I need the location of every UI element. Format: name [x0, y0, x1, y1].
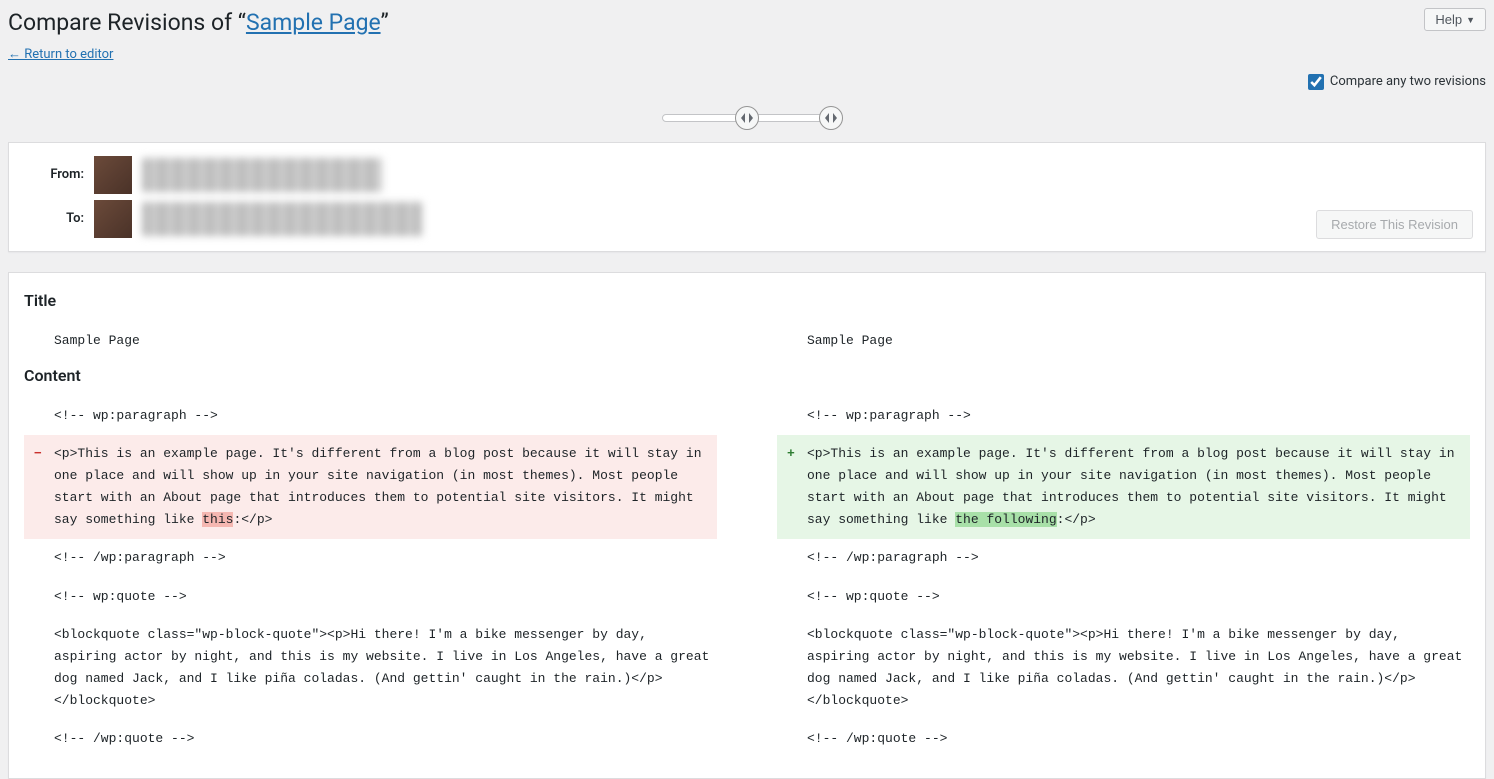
from-row: From: [24, 153, 1470, 197]
help-label: Help [1435, 12, 1462, 27]
title-col-right: Sample Page [777, 322, 1470, 360]
compare-two-revisions-label[interactable]: Compare any two revisions [1308, 74, 1486, 90]
diff-panel: Title Sample Page Sample Page Content <!… [8, 272, 1486, 779]
page-name-link[interactable]: Sample Page [246, 9, 381, 36]
diff-highlight: the following [955, 512, 1056, 527]
title-col-left: Sample Page [24, 322, 717, 360]
title-suffix: ” [381, 9, 389, 36]
from-author-meta [142, 158, 382, 192]
diff-line: <!-- wp:paragraph --> [24, 397, 717, 435]
diff-line: <!-- /wp:paragraph --> [777, 539, 1470, 577]
from-avatar [94, 156, 132, 194]
diff-line: <!-- /wp:quote --> [24, 720, 717, 758]
compare-two-revisions-checkbox[interactable] [1308, 74, 1324, 90]
diff-line: <!-- /wp:quote --> [777, 720, 1470, 758]
content-diff-grid: <!-- wp:paragraph --><p>This is an examp… [24, 397, 1470, 758]
diff-line: <!-- /wp:paragraph --> [24, 539, 717, 577]
to-row: To: [24, 197, 1470, 241]
compare-two-label-text: Compare any two revisions [1330, 74, 1486, 89]
diff-line: <!-- wp:paragraph --> [777, 397, 1470, 435]
diff-line: <p>This is an example page. It's differe… [777, 435, 1470, 539]
page-title: Compare Revisions of “Sample Page” [8, 8, 389, 38]
revision-meta-panel: From: To: Restore This Revision [8, 142, 1486, 252]
help-button[interactable]: Help ▼ [1424, 8, 1486, 31]
diff-highlight: this [202, 512, 233, 527]
slider-handle-from[interactable] [735, 106, 759, 130]
to-avatar [94, 200, 132, 238]
content-section-heading: Content [24, 366, 1470, 385]
diff-line: <p>This is an example page. It's differe… [24, 435, 717, 539]
title-value-right: Sample Page [777, 322, 1470, 360]
restore-revision-button: Restore This Revision [1316, 210, 1473, 239]
diff-line: <blockquote class="wp-block-quote"><p>Hi… [24, 616, 717, 720]
diff-line: <!-- wp:quote --> [24, 578, 717, 616]
content-col-right: <!-- wp:paragraph --><p>This is an examp… [777, 397, 1470, 758]
diff-line: <!-- wp:quote --> [777, 578, 1470, 616]
return-to-editor-link[interactable]: ← Return to editor [8, 46, 113, 62]
title-diff-grid: Sample Page Sample Page [24, 322, 1470, 360]
diff-line: <blockquote class="wp-block-quote"><p>Hi… [777, 616, 1470, 720]
revision-slider-track[interactable] [662, 114, 832, 122]
caret-down-icon: ▼ [1466, 15, 1475, 25]
title-value-left: Sample Page [24, 322, 717, 360]
slider-handle-to[interactable] [819, 106, 843, 130]
from-label: From: [24, 167, 84, 182]
revision-slider-container [8, 98, 1486, 142]
to-author-meta [142, 202, 422, 236]
title-section-heading: Title [24, 291, 1470, 310]
to-label: To: [24, 211, 84, 226]
content-col-left: <!-- wp:paragraph --><p>This is an examp… [24, 397, 717, 758]
title-prefix: Compare Revisions of “ [8, 9, 246, 36]
